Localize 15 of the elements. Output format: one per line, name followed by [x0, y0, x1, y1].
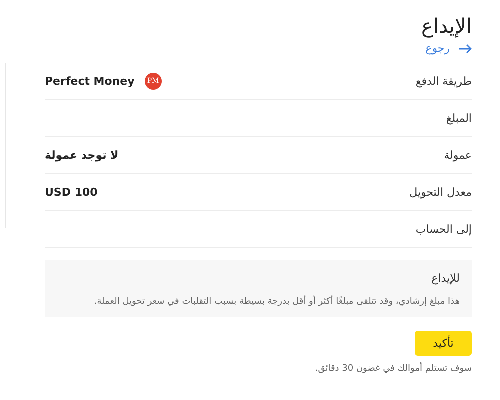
row-label: طريقة الدفع: [416, 74, 472, 88]
row-label: المبلغ: [446, 112, 472, 124]
row-value: USD 100: [45, 186, 98, 198]
info-title: للإيداع: [430, 272, 460, 285]
row-label: إلى الحساب: [416, 222, 472, 236]
row-label: عمولة: [444, 148, 472, 162]
info-note: هذا مبلغ إرشادي، وقد تتلقى مبلغًا أكثر أو أقل بدرجة بسيطة بسبب التقلبات في سعر تحويل العملة.: [93, 297, 460, 307]
page-title: الإيداع: [421, 14, 472, 38]
row-value: لا توجد عمولة: [45, 148, 119, 162]
footer-note: سوف تستلم أموالك في غضون 30 دقائق.: [315, 364, 472, 374]
confirm-button[interactable]: تأكيد: [415, 331, 472, 356]
row-label: معدل التحويل: [410, 186, 472, 198]
arrow-icon: [458, 44, 472, 54]
back-link[interactable]: رجوع: [426, 42, 472, 55]
row-value: Perfect Money: [45, 74, 135, 88]
